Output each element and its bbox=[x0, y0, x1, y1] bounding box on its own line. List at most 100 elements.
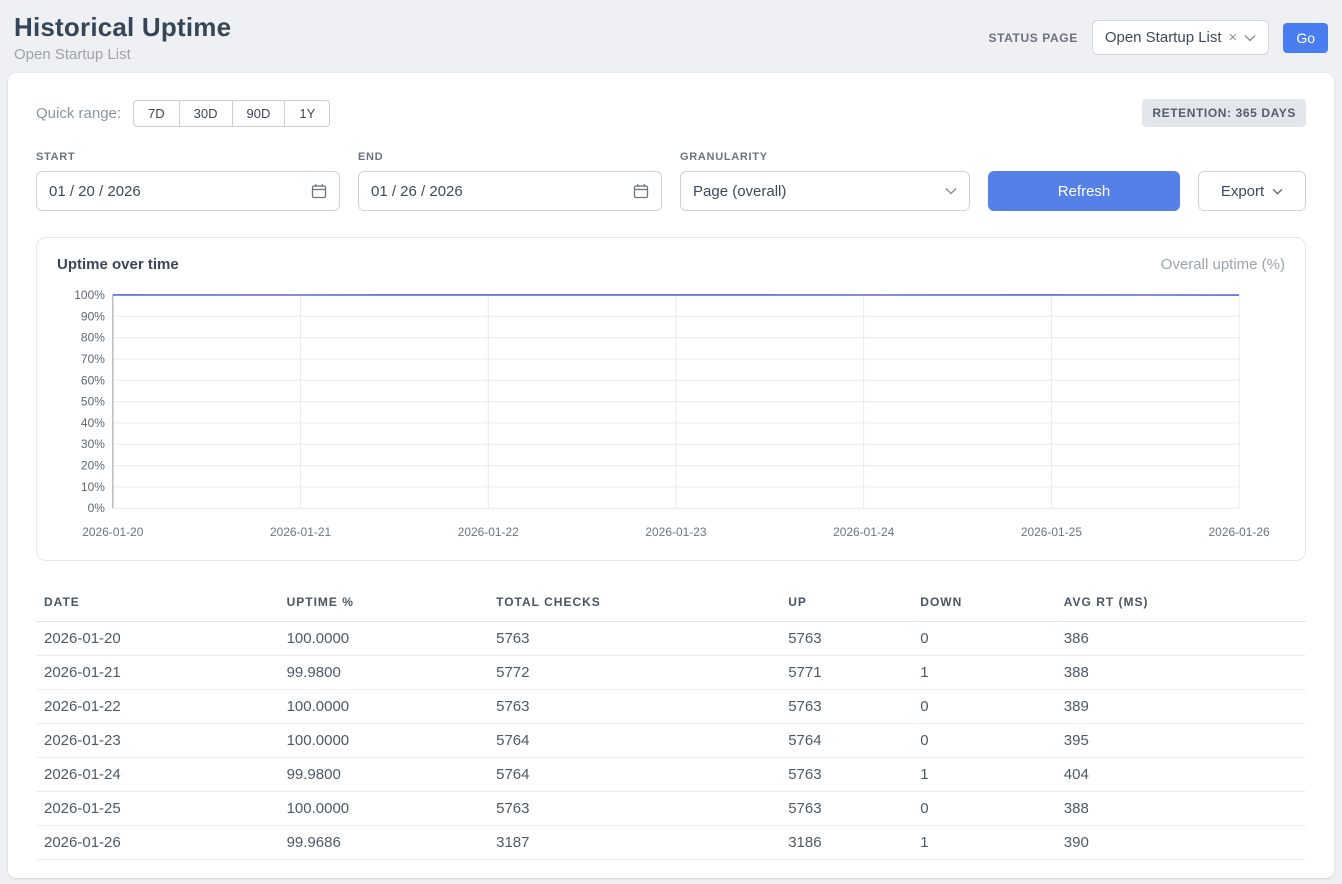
table-cell: 389 bbox=[1056, 690, 1306, 724]
status-page-value: Open Startup List bbox=[1105, 29, 1222, 46]
table-cell: 2026-01-20 bbox=[36, 622, 279, 656]
table-cell: 100.0000 bbox=[279, 724, 489, 758]
table-cell: 2026-01-24 bbox=[36, 758, 279, 792]
table-row: 2026-01-2499.9800576457631404 bbox=[36, 758, 1306, 792]
table-cell: 5763 bbox=[488, 690, 780, 724]
go-button[interactable]: Go bbox=[1283, 23, 1328, 53]
table-body: 2026-01-20100.00005763576303862026-01-21… bbox=[36, 622, 1306, 860]
svg-text:50%: 50% bbox=[81, 395, 105, 409]
chart-legend: Overall uptime (%) bbox=[1161, 256, 1285, 273]
column-header: AVG RT (MS) bbox=[1056, 589, 1306, 622]
quick-range-1y-button[interactable]: 1Y bbox=[284, 100, 330, 127]
table-cell: 0 bbox=[912, 792, 1056, 826]
header-right: STATUS PAGE Open Startup List × Go bbox=[989, 20, 1328, 55]
status-page-label: STATUS PAGE bbox=[989, 31, 1078, 45]
calendar-icon[interactable] bbox=[311, 183, 327, 199]
granularity-select[interactable]: Page (overall) bbox=[680, 171, 970, 211]
column-header: UPTIME % bbox=[279, 589, 489, 622]
end-date-input[interactable]: 01 / 26 / 2026 bbox=[358, 171, 662, 211]
svg-text:2026-01-21: 2026-01-21 bbox=[270, 525, 331, 539]
table-cell: 2026-01-23 bbox=[36, 724, 279, 758]
svg-text:20%: 20% bbox=[81, 459, 105, 473]
end-date-value: 01 / 26 / 2026 bbox=[371, 183, 463, 200]
svg-text:2026-01-26: 2026-01-26 bbox=[1209, 525, 1270, 539]
retention-badge: RETENTION: 365 DAYS bbox=[1142, 99, 1306, 127]
table-cell: 2026-01-25 bbox=[36, 792, 279, 826]
uptime-table: DATEUPTIME %TOTAL CHECKSUPDOWNAVG RT (MS… bbox=[36, 589, 1306, 860]
table-cell: 386 bbox=[1056, 622, 1306, 656]
svg-text:2026-01-23: 2026-01-23 bbox=[645, 525, 706, 539]
uptime-line-chart: 0%10%20%30%40%50%60%70%80%90%100%2026-01… bbox=[57, 281, 1285, 550]
table-cell: 5763 bbox=[488, 622, 780, 656]
svg-text:2026-01-22: 2026-01-22 bbox=[458, 525, 519, 539]
svg-text:60%: 60% bbox=[81, 373, 105, 387]
quick-range-30d-button[interactable]: 30D bbox=[179, 100, 233, 127]
page-header: Historical Uptime Open Startup List STAT… bbox=[0, 0, 1342, 73]
table-cell: 395 bbox=[1056, 724, 1306, 758]
quick-range-label: Quick range: bbox=[36, 105, 121, 122]
clear-icon[interactable]: × bbox=[1229, 30, 1238, 45]
chevron-down-icon bbox=[1272, 188, 1283, 195]
table-cell: 5764 bbox=[780, 724, 912, 758]
table-cell: 3187 bbox=[488, 826, 780, 860]
main-card: Quick range: 7D30D90D1Y RETENTION: 365 D… bbox=[8, 73, 1334, 878]
table-row: 2026-01-20100.0000576357630386 bbox=[36, 622, 1306, 656]
controls-top-row: Quick range: 7D30D90D1Y RETENTION: 365 D… bbox=[36, 99, 1306, 127]
svg-text:2026-01-24: 2026-01-24 bbox=[833, 525, 894, 539]
table-cell: 5763 bbox=[488, 792, 780, 826]
table-cell: 1 bbox=[912, 758, 1056, 792]
column-header: DATE bbox=[36, 589, 279, 622]
calendar-icon[interactable] bbox=[633, 183, 649, 199]
table-cell: 1 bbox=[912, 656, 1056, 690]
header-left: Historical Uptime Open Startup List bbox=[14, 12, 231, 63]
svg-text:10%: 10% bbox=[81, 480, 105, 494]
start-date-field: START 01 / 20 / 2026 bbox=[36, 151, 340, 211]
svg-text:2026-01-20: 2026-01-20 bbox=[82, 525, 143, 539]
svg-text:80%: 80% bbox=[81, 331, 105, 345]
refresh-button[interactable]: Refresh bbox=[988, 171, 1180, 211]
table-cell: 388 bbox=[1056, 792, 1306, 826]
table-cell: 99.9800 bbox=[279, 656, 489, 690]
svg-text:40%: 40% bbox=[81, 416, 105, 430]
table-cell: 100.0000 bbox=[279, 792, 489, 826]
start-date-input[interactable]: 01 / 20 / 2026 bbox=[36, 171, 340, 211]
start-label: START bbox=[36, 151, 340, 163]
end-date-field: END 01 / 26 / 2026 bbox=[358, 151, 662, 211]
svg-text:2026-01-25: 2026-01-25 bbox=[1021, 525, 1082, 539]
table-cell: 0 bbox=[912, 690, 1056, 724]
table-cell: 390 bbox=[1056, 826, 1306, 860]
table-header-row: DATEUPTIME %TOTAL CHECKSUPDOWNAVG RT (MS… bbox=[36, 589, 1306, 622]
table-row: 2026-01-2699.9686318731861390 bbox=[36, 826, 1306, 860]
table-cell: 5764 bbox=[488, 758, 780, 792]
start-date-value: 01 / 20 / 2026 bbox=[49, 183, 141, 200]
table-cell: 3186 bbox=[780, 826, 912, 860]
table-cell: 2026-01-22 bbox=[36, 690, 279, 724]
table-cell: 99.9686 bbox=[279, 826, 489, 860]
table-cell: 0 bbox=[912, 724, 1056, 758]
granularity-field: GRANULARITY Page (overall) bbox=[680, 151, 970, 211]
status-page-select[interactable]: Open Startup List × bbox=[1092, 20, 1270, 55]
chart-title: Uptime over time bbox=[57, 256, 179, 273]
table-cell: 2026-01-26 bbox=[36, 826, 279, 860]
table-cell: 5764 bbox=[488, 724, 780, 758]
table-cell: 100.0000 bbox=[279, 622, 489, 656]
svg-text:0%: 0% bbox=[88, 501, 106, 515]
chevron-down-icon bbox=[1244, 34, 1256, 42]
svg-text:90%: 90% bbox=[81, 309, 105, 323]
chart-card: Uptime over time Overall uptime (%) 0% 10… bbox=[36, 237, 1306, 561]
table-cell: 5763 bbox=[780, 622, 912, 656]
chart-header: Uptime over time Overall uptime (%) bbox=[57, 256, 1285, 273]
svg-text:100%: 100% bbox=[74, 288, 105, 302]
table-cell: 5763 bbox=[780, 792, 912, 826]
export-label: Export bbox=[1221, 183, 1264, 200]
quick-range-7d-button[interactable]: 7D bbox=[133, 100, 180, 127]
table-cell: 99.9800 bbox=[279, 758, 489, 792]
table-cell: 1 bbox=[912, 826, 1056, 860]
table-cell: 388 bbox=[1056, 656, 1306, 690]
svg-text:30%: 30% bbox=[81, 437, 105, 451]
granularity-label: GRANULARITY bbox=[680, 151, 970, 163]
table-row: 2026-01-2199.9800577257711388 bbox=[36, 656, 1306, 690]
export-button[interactable]: Export bbox=[1198, 171, 1306, 211]
quick-range-90d-button[interactable]: 90D bbox=[232, 100, 286, 127]
page-subtitle: Open Startup List bbox=[14, 46, 231, 63]
